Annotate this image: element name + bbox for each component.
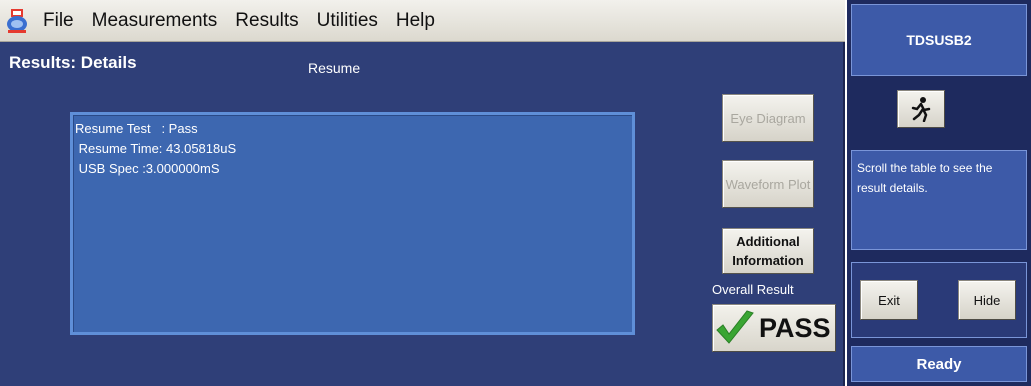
menu-results[interactable]: Results [226,0,307,42]
control-buttons-area: Exit Hide [851,262,1027,338]
status-label: Ready [851,346,1027,382]
eye-diagram-button[interactable]: Eye Diagram [722,94,814,142]
hide-button[interactable]: Hide [958,280,1016,320]
control-panel: TDSUSB2 Scroll the table to see the resu… [847,0,1031,386]
menu-file[interactable]: File [34,0,83,42]
menu-help[interactable]: Help [387,0,444,42]
run-button[interactable] [897,90,945,128]
additional-information-button[interactable]: Additional Information [722,228,814,274]
help-text: Scroll the table to see the result detai… [851,150,1027,250]
detail-line-test: Resume Test : Pass [75,121,198,136]
detail-line-time: Resume Time: 43.05818uS [75,141,237,156]
exit-button[interactable]: Exit [860,280,918,320]
menu-measurements[interactable]: Measurements [83,0,227,42]
waveform-plot-button[interactable]: Waveform Plot [722,160,814,208]
result-details-table[interactable]: Resume Test : Pass Resume Time: 43.05818… [70,112,635,335]
app-logo-icon[interactable] [0,0,34,42]
results-panel: Results: Details Resume Resume Test : Pa… [0,42,845,386]
overall-result-badge: PASS [712,304,836,352]
section-title: Resume [308,60,361,76]
app-name-label: TDSUSB2 [851,4,1027,76]
overall-result-value: PASS [759,312,831,343]
detail-line-spec: USB Spec :3.000000mS [75,161,220,176]
checkmark-icon [716,310,754,344]
tdsusb2-window: File Measurements Results Utilities Help… [0,0,1031,386]
overall-result-label: Overall Result [712,282,794,297]
page-title: Results: Details [9,53,137,72]
menu-bar: File Measurements Results Utilities Help [0,0,845,42]
menu-utilities[interactable]: Utilities [308,0,387,42]
running-man-icon [911,97,931,122]
